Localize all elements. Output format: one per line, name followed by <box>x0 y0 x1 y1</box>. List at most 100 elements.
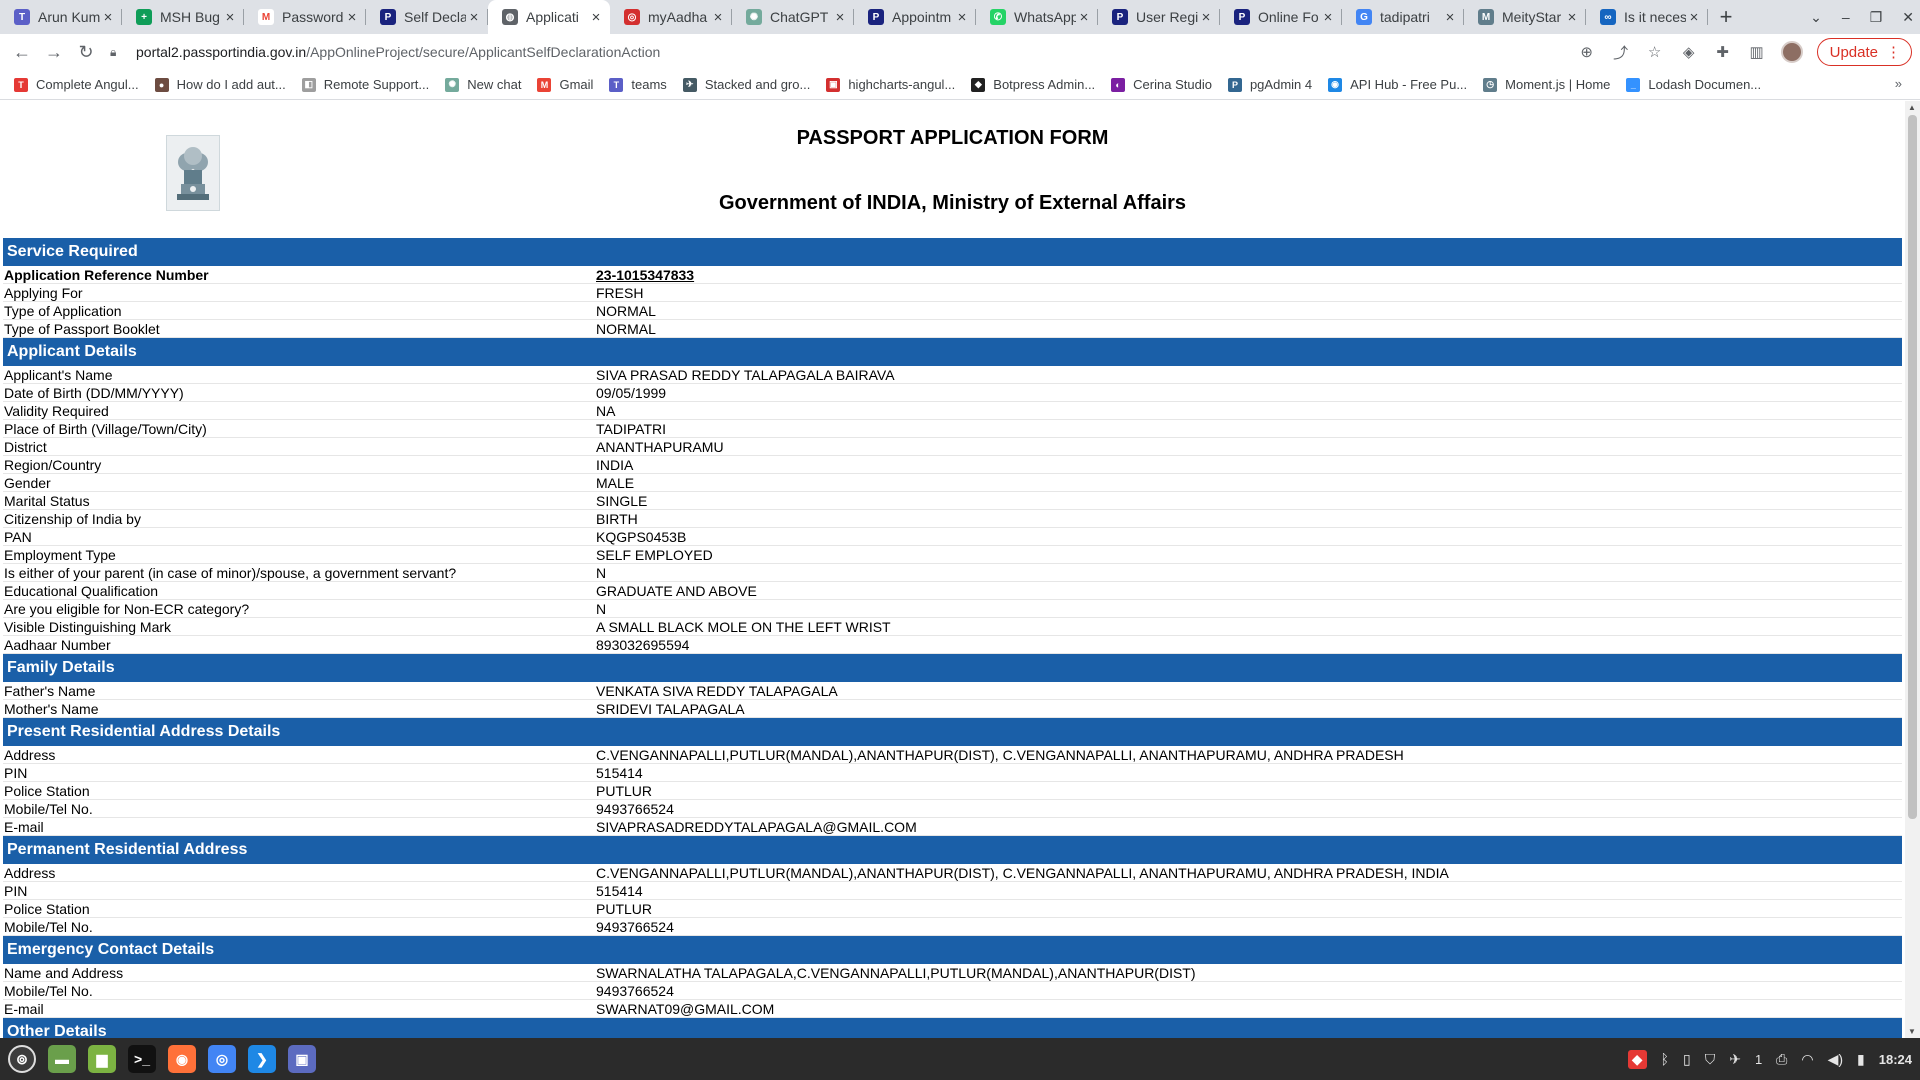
tab-close-icon[interactable]: × <box>1198 9 1214 26</box>
field-value: A SMALL BLACK MOLE ON THE LEFT WRIST <box>596 618 891 635</box>
bookmark-star-icon[interactable]: ☆ <box>1645 42 1665 62</box>
table-row: Type of Passport Booklet NORMAL <box>3 320 1902 338</box>
tab-close-icon[interactable]: × <box>466 9 482 26</box>
side-panel-icon[interactable]: ▥ <box>1747 42 1767 62</box>
browser-tab[interactable]: + MSH Bug × <box>122 0 244 34</box>
printer-icon[interactable]: ⎙ <box>1776 1051 1787 1068</box>
taskbar-app-vscode[interactable]: ❯ <box>242 1039 282 1079</box>
application-details-table: Service Required Application Reference Nu… <box>3 238 1902 1038</box>
browser-tab[interactable]: ◎ myAadha × <box>610 0 732 34</box>
table-row: E-mail SWARNAT09@GMAIL.COM <box>3 1000 1902 1018</box>
bookmark-item[interactable]: ◧ Remote Support... <box>301 77 429 92</box>
tab-close-icon[interactable]: × <box>222 9 238 26</box>
address-bar[interactable]: 🔒︎ portal2.passportindia.gov.in/AppOnlin… <box>110 38 1598 66</box>
bookmark-item[interactable]: ✺ New chat <box>445 77 521 92</box>
close-window-icon[interactable]: ✕ <box>1902 9 1914 26</box>
field-value: N <box>596 600 607 617</box>
profile-avatar[interactable] <box>1780 41 1803 63</box>
system-tray: ◆ ᛒ ▯ ⛉ ✈ 1 ⎙ ◠ ◀) ▮ 18:24 <box>1627 1038 1912 1080</box>
bookmark-item[interactable]: ▣ highcharts-angul... <box>826 77 955 92</box>
screenshot-icon: ▣ <box>288 1045 316 1073</box>
tab-close-icon[interactable]: × <box>710 9 726 26</box>
reload-icon[interactable]: ↻ <box>70 42 102 63</box>
browser-tab[interactable]: M Password × <box>244 0 366 34</box>
scroll-up-icon[interactable]: ▲ <box>1908 103 1916 112</box>
field-label: Date of Birth (DD/MM/YYYY) <box>4 384 184 401</box>
browser-tab[interactable]: ✆ WhatsApp × <box>976 0 1098 34</box>
bookmark-item[interactable]: ● How do I add aut... <box>154 77 286 92</box>
bookmark-favicon-icon: M <box>537 77 552 92</box>
share-icon[interactable]: ⤴ <box>1611 42 1631 62</box>
bookmark-item[interactable]: ◷ Moment.js | Home <box>1483 77 1610 92</box>
tab-close-icon[interactable]: × <box>344 9 360 26</box>
puzzle-icon[interactable]: ✚ <box>1713 42 1733 62</box>
bookmark-item[interactable]: _ Lodash Documen... <box>1626 77 1761 92</box>
volume-icon[interactable]: ◀) <box>1828 1051 1843 1068</box>
bookmark-item[interactable]: ✈ Stacked and gro... <box>682 77 811 92</box>
tab-close-icon[interactable]: × <box>1686 9 1702 26</box>
tab-favicon-icon: ✆ <box>990 9 1006 25</box>
taskbar-app-firefox[interactable]: ◉ <box>162 1039 202 1079</box>
tab-close-icon[interactable]: × <box>1076 9 1092 26</box>
field-value: C.VENGANNAPALLI,PUTLUR(MANDAL),ANANTHAPU… <box>596 864 1449 881</box>
browser-tab[interactable]: Gtadipatri × <box>1342 0 1464 34</box>
taskbar-app-files[interactable]: ▬ <box>42 1039 82 1079</box>
bookmark-item[interactable]: T Complete Angul... <box>14 77 139 92</box>
new-tab-button[interactable]: + <box>1708 0 1744 34</box>
bookmark-item[interactable]: M Gmail <box>537 77 593 92</box>
taskbar-app-folder[interactable]: ▆ <box>82 1039 122 1079</box>
bookmark-item[interactable]: ◆ Botpress Admin... <box>971 77 1095 92</box>
tab-close-icon[interactable]: × <box>588 9 604 26</box>
notification-icon[interactable]: ✈ <box>1729 1051 1741 1068</box>
zoom-icon[interactable]: ⊕ <box>1577 42 1597 62</box>
field-value: NORMAL <box>596 302 656 319</box>
bookmark-item[interactable]: Tteams <box>609 77 667 92</box>
back-icon[interactable]: ← <box>6 42 38 63</box>
bookmark-item[interactable]: ◉ API Hub - Free Pu... <box>1328 77 1467 92</box>
wifi-icon[interactable]: ◠ <box>1801 1051 1813 1068</box>
page-scrollbar[interactable]: ▲ ▼ <box>1905 101 1920 1038</box>
clipboard-icon[interactable]: ▯ <box>1683 1051 1691 1068</box>
forward-icon[interactable]: → <box>38 42 70 63</box>
application-reference-link[interactable]: 23-1015347833 <box>596 267 1902 283</box>
extension-icon[interactable]: ◈ <box>1679 42 1699 62</box>
bookmark-item[interactable]: ◐ Cerina Studio <box>1111 77 1212 92</box>
browser-tab[interactable]: T Arun Kum × <box>0 0 122 34</box>
browser-tab[interactable]: P Online Fo × <box>1220 0 1342 34</box>
browser-tab[interactable]: ✺ ChatGPT × <box>732 0 854 34</box>
bookmark-item[interactable]: PpgAdmin 4 <box>1227 77 1312 92</box>
taskbar-app-terminal[interactable]: >_ <box>122 1039 162 1079</box>
taskbar-app-screenshot[interactable]: ▣ <box>282 1039 322 1079</box>
browser-tab[interactable]: ◍ Applicati × <box>488 0 610 34</box>
tab-search-icon[interactable]: ⌄ <box>1810 9 1822 26</box>
section-heading: Emergency Contact Details <box>3 936 1902 964</box>
scroll-thumb[interactable] <box>1908 115 1917 819</box>
tab-favicon-icon: P <box>1234 9 1250 25</box>
tab-close-icon[interactable]: × <box>1442 9 1458 26</box>
bookmark-label: Stacked and gro... <box>704 77 811 92</box>
anydesk-icon[interactable]: ◆ <box>1627 1049 1647 1069</box>
lock-icon[interactable]: 🔒︎ <box>110 45 126 60</box>
minimize-icon[interactable]: – <box>1842 9 1850 25</box>
clock[interactable]: 18:24 <box>1879 1052 1912 1067</box>
browser-tab[interactable]: P Appointm × <box>854 0 976 34</box>
tab-close-icon[interactable]: × <box>954 9 970 26</box>
browser-tab[interactable]: P Self Decla × <box>366 0 488 34</box>
scroll-down-icon[interactable]: ▼ <box>1908 1027 1916 1036</box>
tab-close-icon[interactable]: × <box>832 9 848 26</box>
browser-tab[interactable]: M MeityStar × <box>1464 0 1586 34</box>
battery-icon[interactable]: ▮ <box>1857 1051 1865 1068</box>
tab-close-icon[interactable]: × <box>100 9 116 26</box>
browser-tab[interactable]: ∞ Is it neces × <box>1586 0 1708 34</box>
browser-tab[interactable]: P User Regi × <box>1098 0 1220 34</box>
bookmarks-overflow-icon[interactable]: » <box>1895 76 1902 91</box>
update-button[interactable]: Update ⋮ <box>1816 38 1912 66</box>
tab-title: ChatGPT <box>770 9 829 25</box>
bluetooth-icon[interactable]: ᛒ <box>1661 1051 1669 1067</box>
shield-icon[interactable]: ⛉ <box>1705 1051 1716 1068</box>
tab-close-icon[interactable]: × <box>1564 9 1580 26</box>
restore-icon[interactable]: ❐ <box>1870 9 1883 26</box>
taskbar-app-menu[interactable]: ⊚ <box>2 1039 42 1079</box>
tab-close-icon[interactable]: × <box>1320 9 1336 26</box>
taskbar-app-chrome[interactable]: ◎ <box>202 1039 242 1079</box>
